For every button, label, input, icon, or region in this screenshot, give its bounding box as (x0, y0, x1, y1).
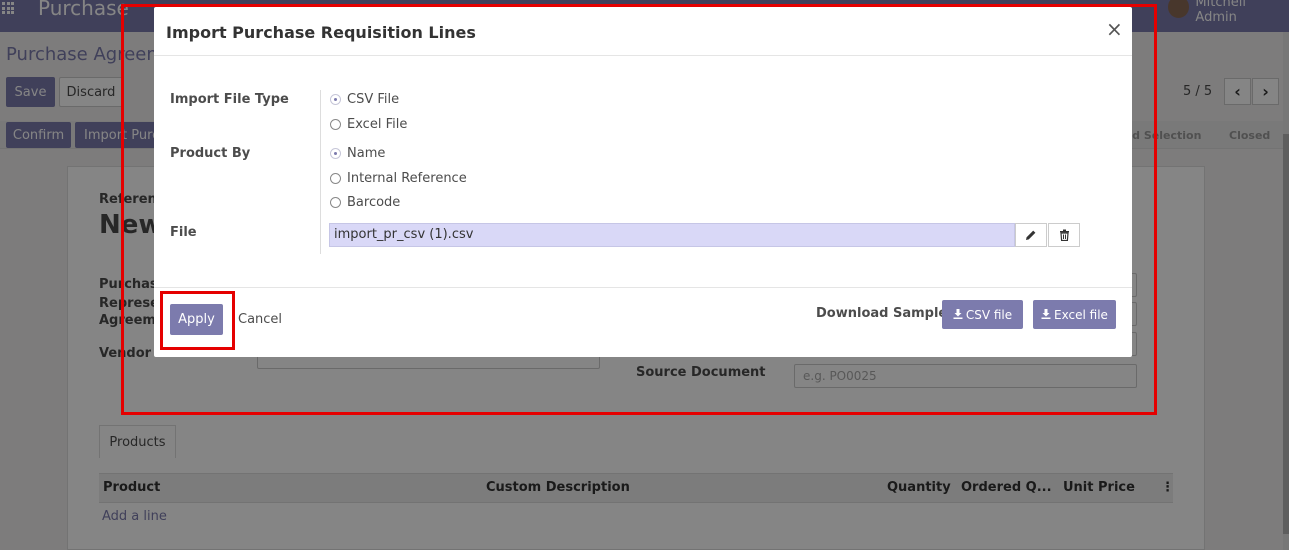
highlight-box-apply (160, 291, 235, 350)
highlight-box-dialog (121, 4, 1157, 415)
